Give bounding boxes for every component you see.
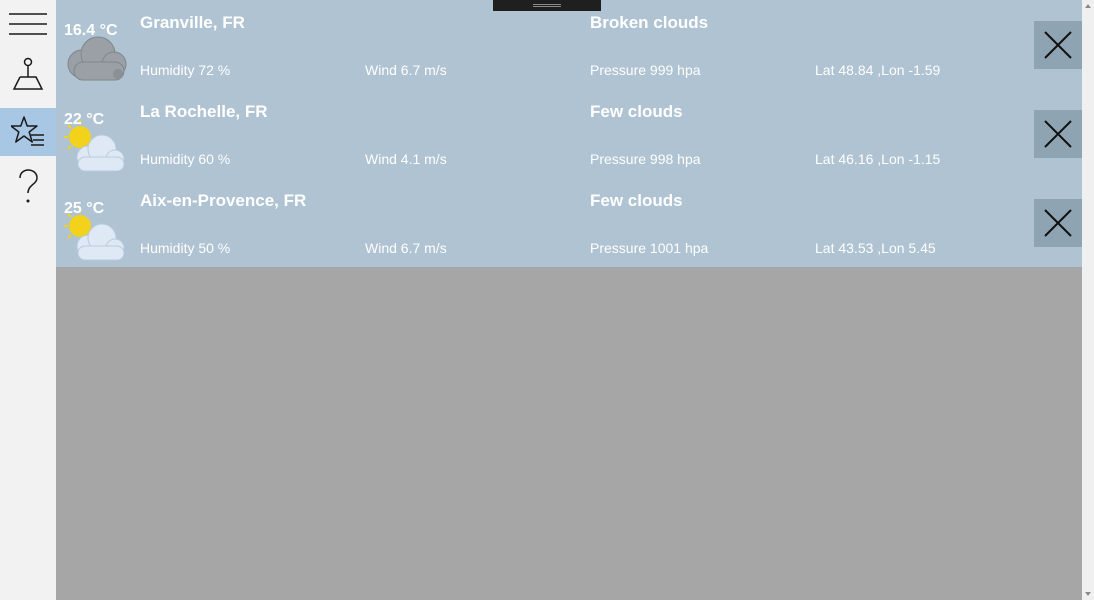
city-row[interactable]: 22 °C La Rochelle, FR Few clouds Humidit… <box>56 89 1082 178</box>
city-row[interactable]: 16.4 °C Granville, FR Broken clouds Humi… <box>56 0 1082 89</box>
temperature: 25 °C <box>64 200 105 217</box>
few-clouds-icon <box>60 184 130 264</box>
coordinates: Lat 43.53 ,Lon 5.45 <box>815 240 936 256</box>
map-pin-icon <box>12 57 44 90</box>
wind-speed: Wind 6.7 m/s <box>365 240 447 256</box>
coordinates: Lat 48.84 ,Lon -1.59 <box>815 62 941 78</box>
pressure: Pressure 1001 hpa <box>590 240 709 256</box>
close-icon <box>1044 120 1072 148</box>
hamburger-menu-button[interactable] <box>0 0 56 48</box>
favorites-list-icon <box>11 116 44 146</box>
close-icon <box>1044 209 1072 237</box>
wind-speed: Wind 4.1 m/s <box>365 151 447 167</box>
city-row[interactable]: 25 °C Aix-en-Provence, FR Few clouds Hum… <box>56 178 1082 267</box>
close-icon <box>1044 31 1072 59</box>
few-clouds-icon <box>60 95 130 175</box>
sidebar <box>0 0 56 600</box>
weather-description: Broken clouds <box>590 13 709 32</box>
city-name: Granville, FR <box>140 13 245 32</box>
weather-description: Few clouds <box>590 191 683 210</box>
favorites-list-button[interactable] <box>0 108 56 156</box>
city-name: La Rochelle, FR <box>140 102 268 121</box>
map-pin-button[interactable] <box>0 51 56 99</box>
wind-speed: Wind 6.7 m/s <box>365 62 447 78</box>
humidity: Humidity 60 % <box>140 151 231 167</box>
humidity: Humidity 50 % <box>140 240 231 256</box>
broken-clouds-icon <box>60 6 130 86</box>
delete-city-button[interactable] <box>1034 21 1082 69</box>
delete-city-button[interactable] <box>1034 199 1082 247</box>
help-button[interactable] <box>0 163 56 211</box>
temperature: 16.4 °C <box>64 22 118 39</box>
pressure: Pressure 999 hpa <box>590 62 701 78</box>
help-question-icon <box>19 169 38 203</box>
weather-description: Few clouds <box>590 102 683 121</box>
main-content: 16.4 °C Granville, FR Broken clouds Humi… <box>56 0 1082 600</box>
scroll-down-arrow[interactable] <box>1085 592 1091 596</box>
hamburger-menu-icon <box>9 13 47 35</box>
city-name: Aix-en-Provence, FR <box>140 191 307 210</box>
drag-handle[interactable] <box>493 0 601 11</box>
city-list: 16.4 °C Granville, FR Broken clouds Humi… <box>56 0 1082 267</box>
scrollbar[interactable] <box>1082 0 1094 600</box>
scroll-up-arrow[interactable] <box>1085 4 1091 8</box>
temperature: 22 °C <box>64 111 105 128</box>
humidity: Humidity 72 % <box>140 62 231 78</box>
coordinates: Lat 46.16 ,Lon -1.15 <box>815 151 941 167</box>
pressure: Pressure 998 hpa <box>590 151 701 167</box>
delete-city-button[interactable] <box>1034 110 1082 158</box>
